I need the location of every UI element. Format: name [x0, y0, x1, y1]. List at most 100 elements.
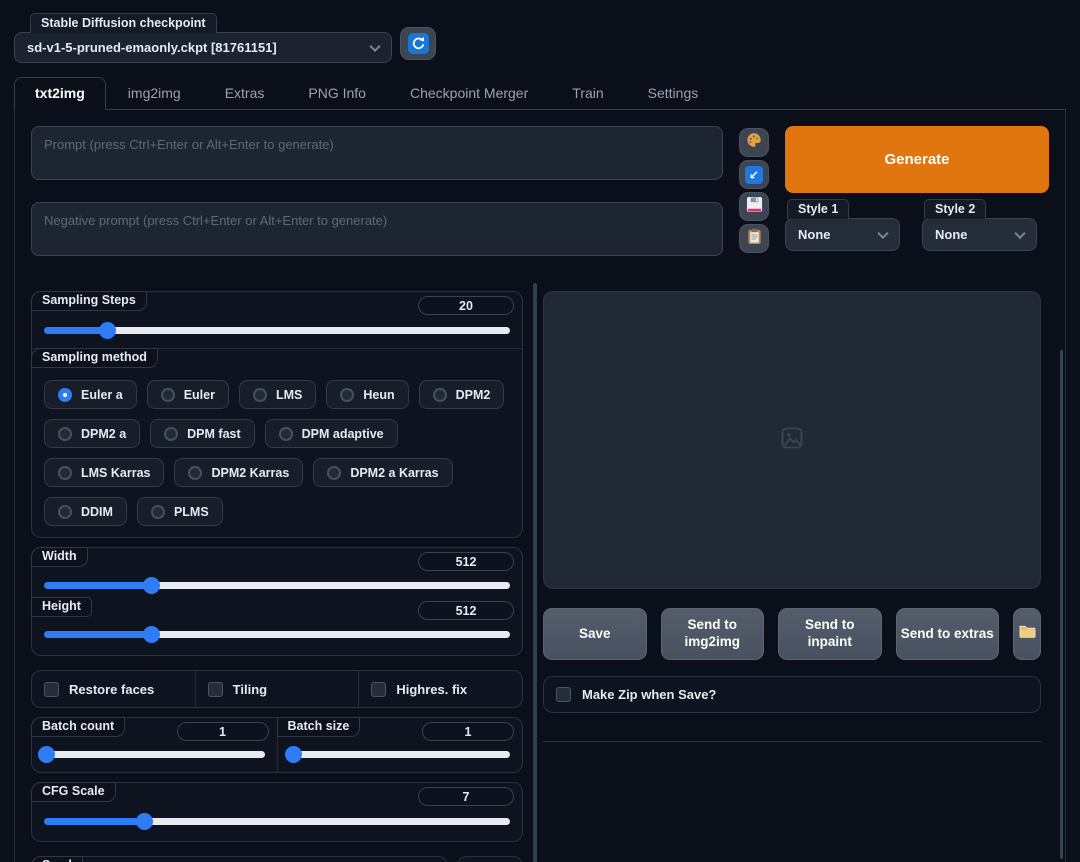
tiling-checkbox[interactable] [208, 682, 223, 697]
batch-size-value[interactable]: 1 [422, 722, 514, 741]
checkpoint-value: sd-v1-5-pruned-emaonly.ckpt [81761151] [27, 40, 277, 55]
radio-dpm2-a[interactable]: DPM2 a [44, 419, 140, 448]
radio-lms-karras[interactable]: LMS Karras [44, 458, 164, 487]
output-buttons: Save Send to img2img Send to inpaint Sen… [543, 608, 1041, 660]
sampling-method-options: Euler a Euler LMS Heun DPM2 DPM2 a DPM f… [36, 376, 518, 528]
radio-icon [279, 427, 293, 441]
roll-artist-button[interactable] [739, 128, 769, 157]
radio-lms[interactable]: LMS [239, 380, 316, 409]
output-column: Save Send to img2img Send to inpaint Sen… [543, 291, 1041, 862]
send-to-inpaint-button[interactable]: Send to inpaint [778, 608, 882, 660]
settings-column: Sampling Steps 20 Sampling method Euler … [31, 291, 523, 862]
negative-prompt-input[interactable] [31, 202, 723, 256]
batch-count-value[interactable]: 1 [177, 722, 269, 741]
radio-dpm2-karras[interactable]: DPM2 Karras [174, 458, 303, 487]
height-slider[interactable] [44, 625, 510, 643]
sampling-steps-label: Sampling Steps [31, 291, 147, 311]
width-label: Width [31, 547, 88, 567]
style1-label: Style 1 [787, 199, 849, 219]
radio-euler-a[interactable]: Euler a [44, 380, 137, 409]
style2-label: Style 2 [924, 199, 986, 219]
slider-thumb[interactable] [143, 577, 160, 594]
sampling-steps-slider[interactable] [44, 321, 510, 339]
cfg-scale-value[interactable]: 7 [418, 787, 514, 806]
highres-fix-option[interactable]: Highres. fix [358, 671, 522, 707]
tiling-label: Tiling [233, 682, 267, 697]
radio-dpm2[interactable]: DPM2 [419, 380, 505, 409]
page-scrollbar[interactable] [1060, 350, 1063, 859]
radio-dpm-fast[interactable]: DPM fast [150, 419, 254, 448]
generate-column: Generate Style 1 None Style 2 None [785, 126, 1049, 261]
checkpoint-dropdown[interactable]: sd-v1-5-pruned-emaonly.ckpt [81761151] [14, 32, 392, 63]
apply-style-button[interactable] [739, 224, 769, 253]
radio-icon [340, 388, 354, 402]
send-to-extras-button[interactable]: Send to extras [896, 608, 1000, 660]
tab-png-info[interactable]: PNG Info [286, 78, 388, 109]
radio-heun[interactable]: Heun [326, 380, 408, 409]
batch-size-label: Batch size [277, 717, 361, 737]
prompt-input[interactable] [31, 126, 723, 180]
open-folder-icon [1019, 624, 1036, 644]
radio-euler[interactable]: Euler [147, 380, 229, 409]
highres-fix-checkbox[interactable] [371, 682, 386, 697]
toggles-group: Restore faces Tiling Highres. fix [31, 670, 523, 708]
sampling-group: Sampling Steps 20 Sampling method Euler … [31, 291, 523, 538]
seed-extra-option[interactable]: Extra [457, 856, 523, 862]
refresh-checkpoints-button[interactable] [400, 27, 436, 60]
chevron-down-icon [877, 227, 888, 238]
dimensions-group: Width 512 Height 512 [31, 547, 523, 656]
slider-thumb[interactable] [285, 746, 302, 763]
slider-thumb[interactable] [143, 626, 160, 643]
tab-img2img[interactable]: img2img [106, 78, 203, 109]
seed-group: Seed [31, 856, 448, 862]
style2-dropdown[interactable]: None [922, 218, 1037, 251]
radio-dpm2-a-karras[interactable]: DPM2 a Karras [313, 458, 452, 487]
settings-scrollbar[interactable] [533, 283, 537, 862]
radio-icon [161, 388, 175, 402]
send-to-img2img-button[interactable]: Send to img2img [661, 608, 765, 660]
slider-thumb[interactable] [99, 322, 116, 339]
style1-dropdown[interactable]: None [785, 218, 900, 251]
slider-thumb[interactable] [38, 746, 55, 763]
apply-style-clipboard-icon [747, 228, 762, 250]
open-output-folder-button[interactable] [1013, 608, 1041, 660]
paste-params-arrow-icon [745, 166, 763, 184]
slider-thumb[interactable] [136, 813, 153, 830]
checkpoint-label: Stable Diffusion checkpoint [30, 13, 217, 33]
restore-faces-checkbox[interactable] [44, 682, 59, 697]
radio-plms[interactable]: PLMS [137, 497, 223, 526]
save-button[interactable]: Save [543, 608, 647, 660]
sampling-steps-value[interactable]: 20 [418, 296, 514, 315]
save-style-button[interactable] [739, 192, 769, 221]
stable-diffusion-webui: Stable Diffusion checkpoint sd-v1-5-prun… [0, 0, 1080, 862]
radio-icon [58, 427, 72, 441]
tab-checkpoint-merger[interactable]: Checkpoint Merger [388, 78, 550, 109]
width-slider[interactable] [44, 576, 510, 594]
radio-dpm-adaptive[interactable]: DPM adaptive [265, 419, 398, 448]
tab-extras[interactable]: Extras [203, 78, 287, 109]
restore-faces-option[interactable]: Restore faces [32, 671, 195, 707]
cfg-scale-label: CFG Scale [31, 782, 116, 802]
image-placeholder-icon [780, 426, 804, 455]
tiling-option[interactable]: Tiling [195, 671, 359, 707]
tab-train[interactable]: Train [550, 78, 625, 109]
radio-icon [58, 505, 72, 519]
tab-settings[interactable]: Settings [626, 78, 721, 109]
make-zip-checkbox[interactable] [556, 687, 571, 702]
cfg-scale-slider[interactable] [44, 812, 510, 830]
batch-size-slider[interactable] [290, 745, 511, 763]
sampling-method-label: Sampling method [31, 348, 158, 368]
radio-ddim[interactable]: DDIM [44, 497, 127, 526]
main-tabbar: txt2img img2img Extras PNG Info Checkpoi… [14, 77, 1066, 110]
radio-icon [188, 466, 202, 480]
batch-count-slider[interactable] [44, 745, 265, 763]
chevron-down-icon [1014, 227, 1025, 238]
make-zip-option[interactable]: Make Zip when Save? [543, 676, 1041, 713]
height-value[interactable]: 512 [418, 601, 514, 620]
highres-fix-label: Highres. fix [396, 682, 467, 697]
width-value[interactable]: 512 [418, 552, 514, 571]
generate-button[interactable]: Generate [785, 126, 1049, 193]
radio-icon [58, 388, 72, 402]
tab-txt2img[interactable]: txt2img [14, 77, 106, 110]
paste-generation-params-button[interactable] [739, 160, 769, 189]
